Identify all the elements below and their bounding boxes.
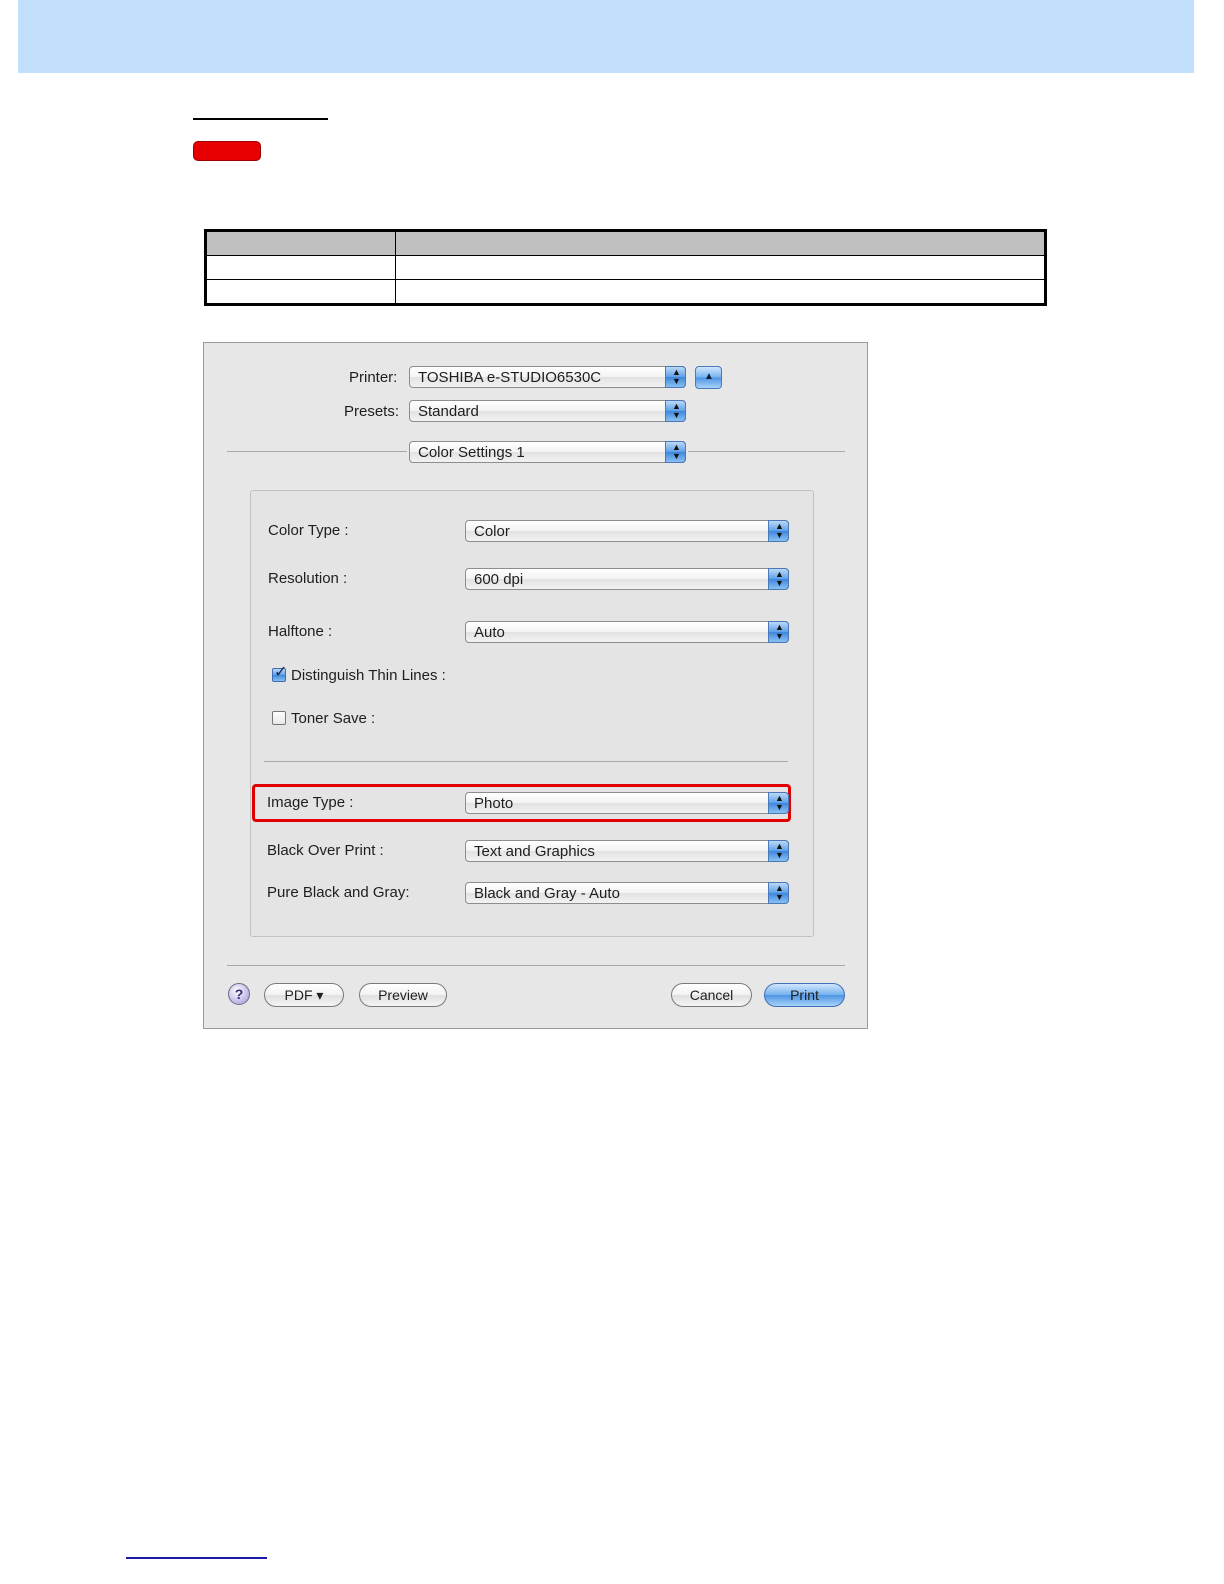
popup-arrows-icon: ▲ ▼ [665,366,686,388]
distinguish-thin-lines-checkbox[interactable]: ✓ [272,664,288,682]
cancel-button[interactable]: Cancel [671,983,752,1007]
image-type-label: Image Type : [267,794,354,811]
black-over-print-label: Black Over Print : [267,842,384,859]
printer-popup[interactable]: TOSHIBA e-STUDIO6530C ▲ ▼ [409,366,686,388]
popup-arrows-icon: ▲ ▼ [768,520,789,542]
info-table [204,229,1047,306]
help-button[interactable]: ? [228,983,250,1005]
presets-popup[interactable]: Standard ▲ ▼ [409,400,686,422]
resolution-label: Resolution : [268,570,348,587]
printer-value: TOSHIBA e-STUDIO6530C [418,369,602,386]
footer-separator [227,965,845,966]
table-header-row [205,230,1046,256]
presets-label: Presets: [344,403,400,420]
black-over-print-popup[interactable]: Text and Graphics ▲ ▼ [465,840,789,862]
popup-arrows-icon: ▲ ▼ [768,568,789,590]
page-header-band [18,0,1194,73]
popup-arrows-icon: ▲ ▼ [768,882,789,904]
print-dialog: Printer: TOSHIBA e-STUDIO6530C ▲ ▼ ▲ Pres… [203,342,868,1029]
settings-separator [264,761,788,762]
resolution-value: 600 dpi [474,571,524,588]
footer-link-underline [126,1557,267,1559]
presets-value: Standard [418,403,479,420]
table-row [205,255,1046,280]
check-icon: ✓ [274,664,288,681]
color-type-value: Color [474,523,510,540]
distinguish-thin-lines-label: Distinguish Thin Lines : [291,667,446,684]
panel-value: Color Settings 1 [418,444,525,461]
panel-separator-right [688,451,845,452]
popup-arrows-icon: ▲ ▼ [665,441,686,463]
panel-popup[interactable]: Color Settings 1 ▲ ▼ [409,441,686,463]
collapse-dialog-button[interactable]: ▲ [695,366,722,389]
popup-arrows-icon: ▲ ▼ [768,792,789,814]
color-type-popup[interactable]: Color ▲ ▼ [465,520,789,542]
preview-button[interactable]: Preview [359,983,447,1007]
disclosure-up-icon: ▲ [704,371,714,382]
toner-save-label: Toner Save : [291,710,376,727]
section-title-underline [193,118,328,120]
halftone-label: Halftone : [268,623,333,640]
resolution-popup[interactable]: 600 dpi ▲ ▼ [465,568,789,590]
panel-separator-left [227,451,407,452]
pure-black-gray-value: Black and Gray - Auto [474,885,620,902]
halftone-popup[interactable]: Auto ▲ ▼ [465,621,789,643]
pdf-button[interactable]: PDF ▾ [264,983,344,1007]
popup-arrows-icon: ▲ ▼ [768,840,789,862]
printer-label: Printer: [349,369,398,386]
print-button[interactable]: Print [764,983,845,1007]
red-badge [193,141,261,161]
pure-black-gray-label: Pure Black and Gray: [267,884,410,901]
table-row [205,279,1046,305]
popup-arrows-icon: ▲ ▼ [768,621,789,643]
color-type-label: Color Type : [268,522,349,539]
popup-arrows-icon: ▲ ▼ [665,400,686,422]
halftone-value: Auto [474,624,505,641]
black-over-print-value: Text and Graphics [474,843,595,860]
toner-save-checkbox[interactable] [272,711,286,725]
image-type-value: Photo [474,795,514,812]
pure-black-gray-popup[interactable]: Black and Gray - Auto ▲ ▼ [465,882,789,904]
image-type-popup[interactable]: Photo ▲ ▼ [465,792,789,814]
